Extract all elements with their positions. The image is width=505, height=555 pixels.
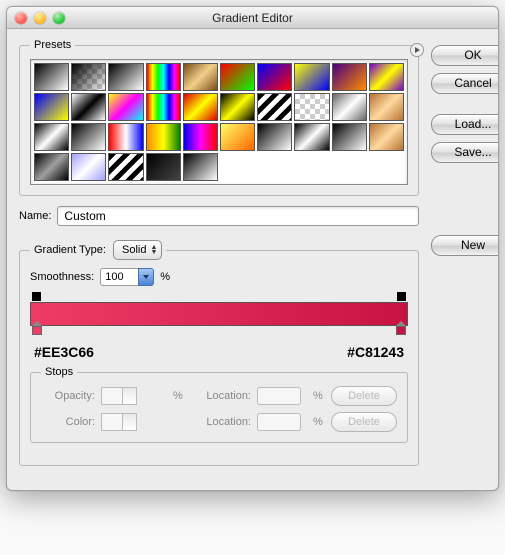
preset-swatch[interactable] bbox=[71, 63, 106, 91]
preset-grid[interactable] bbox=[30, 59, 408, 185]
preset-swatch[interactable] bbox=[220, 93, 255, 121]
gradient-type-label: Gradient Type: bbox=[34, 244, 106, 256]
opacity-field bbox=[101, 387, 137, 405]
gradient-type-value: Solid bbox=[122, 244, 146, 256]
color-location-label: Location: bbox=[191, 416, 251, 428]
opacity-location-unit: % bbox=[313, 390, 325, 402]
opacity-stop-right[interactable] bbox=[397, 292, 406, 301]
smoothness-label: Smoothness: bbox=[30, 271, 94, 283]
updown-icon: ▲▼ bbox=[150, 245, 157, 255]
preset-swatch[interactable] bbox=[34, 63, 69, 91]
preset-swatch[interactable] bbox=[34, 123, 69, 151]
color-location-unit: % bbox=[313, 416, 325, 428]
preset-swatch[interactable] bbox=[332, 63, 367, 91]
preset-swatch[interactable] bbox=[71, 93, 106, 121]
preset-swatch[interactable] bbox=[369, 123, 404, 151]
preset-swatch[interactable] bbox=[108, 123, 143, 151]
smoothness-input[interactable] bbox=[100, 268, 138, 286]
chevron-right-icon bbox=[415, 47, 420, 53]
left-stop-hex: #EE3C66 bbox=[34, 344, 94, 360]
preset-swatch[interactable] bbox=[294, 93, 329, 121]
opacity-stop-left[interactable] bbox=[32, 292, 41, 301]
preset-swatch[interactable] bbox=[220, 63, 255, 91]
ok-button[interactable]: OK bbox=[431, 45, 499, 66]
preset-swatch[interactable] bbox=[183, 63, 218, 91]
preset-swatch[interactable] bbox=[332, 123, 367, 151]
window-title: Gradient Editor bbox=[7, 11, 498, 25]
color-field bbox=[101, 413, 137, 431]
preset-swatch[interactable] bbox=[146, 63, 181, 91]
opacity-delete-button: Delete bbox=[331, 386, 397, 406]
save-button[interactable]: Save... bbox=[431, 142, 499, 163]
preset-swatch[interactable] bbox=[146, 123, 181, 151]
preset-swatch[interactable] bbox=[294, 63, 329, 91]
preset-swatch[interactable] bbox=[34, 93, 69, 121]
preset-swatch[interactable] bbox=[108, 93, 143, 121]
preset-swatch[interactable] bbox=[108, 153, 143, 181]
preset-swatch[interactable] bbox=[369, 93, 404, 121]
name-input[interactable] bbox=[57, 206, 419, 226]
color-stop-left[interactable] bbox=[32, 326, 42, 336]
smoothness-unit: % bbox=[160, 271, 170, 283]
preset-swatch[interactable] bbox=[146, 153, 181, 181]
preset-swatch[interactable] bbox=[220, 123, 255, 151]
presets-group: Presets bbox=[19, 39, 419, 196]
opacity-location-input bbox=[257, 387, 301, 405]
preset-swatch[interactable] bbox=[183, 93, 218, 121]
color-stop-right[interactable] bbox=[396, 326, 406, 336]
load-button[interactable]: Load... bbox=[431, 114, 499, 135]
chevron-down-icon bbox=[143, 275, 149, 279]
right-stop-hex: #C81243 bbox=[347, 344, 404, 360]
preset-swatch[interactable] bbox=[257, 93, 292, 121]
preset-swatch[interactable] bbox=[332, 93, 367, 121]
preset-swatch[interactable] bbox=[257, 63, 292, 91]
preset-swatch[interactable] bbox=[146, 93, 181, 121]
preset-swatch[interactable] bbox=[257, 123, 292, 151]
gradient-settings-group: Gradient Type: Solid ▲▼ Smoothness: % bbox=[19, 240, 419, 466]
preset-swatch[interactable] bbox=[71, 153, 106, 181]
gradient-bar[interactable] bbox=[30, 302, 408, 326]
preset-swatch[interactable] bbox=[294, 123, 329, 151]
stops-legend: Stops bbox=[41, 366, 77, 378]
gradient-type-select[interactable]: Solid ▲▼ bbox=[113, 240, 162, 260]
color-delete-button: Delete bbox=[331, 412, 397, 432]
name-label: Name: bbox=[19, 210, 51, 222]
preset-swatch[interactable] bbox=[71, 123, 106, 151]
smoothness-dropdown-button[interactable] bbox=[138, 268, 154, 286]
presets-menu-button[interactable] bbox=[410, 43, 424, 57]
opacity-location-label: Location: bbox=[191, 390, 251, 402]
gradient-editor-window: Gradient Editor Presets Name: Gradient T… bbox=[6, 6, 499, 491]
preset-swatch[interactable] bbox=[183, 123, 218, 151]
preset-swatch[interactable] bbox=[369, 63, 404, 91]
preset-swatch[interactable] bbox=[108, 63, 143, 91]
opacity-label: Opacity: bbox=[41, 390, 95, 402]
preset-swatch[interactable] bbox=[183, 153, 218, 181]
new-button[interactable]: New bbox=[431, 235, 499, 256]
cancel-button[interactable]: Cancel bbox=[431, 73, 499, 94]
stops-group: Stops Opacity: % Location: % Delete Colo… bbox=[30, 366, 408, 443]
preset-swatch[interactable] bbox=[34, 153, 69, 181]
opacity-unit: % bbox=[173, 390, 185, 402]
presets-legend: Presets bbox=[30, 39, 75, 51]
titlebar[interactable]: Gradient Editor bbox=[7, 7, 498, 29]
color-label: Color: bbox=[41, 416, 95, 428]
color-location-input bbox=[257, 413, 301, 431]
